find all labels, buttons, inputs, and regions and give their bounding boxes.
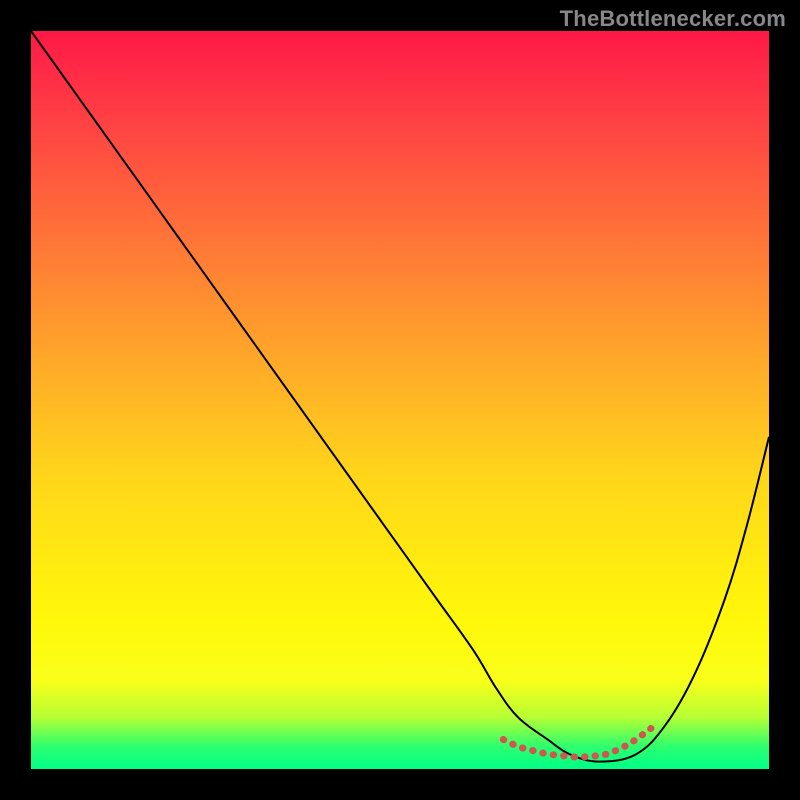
chart-stage: TheBottlenecker.com (0, 0, 800, 800)
plot-background-gradient (31, 31, 769, 769)
watermark-text: TheBottlenecker.com (560, 6, 786, 32)
